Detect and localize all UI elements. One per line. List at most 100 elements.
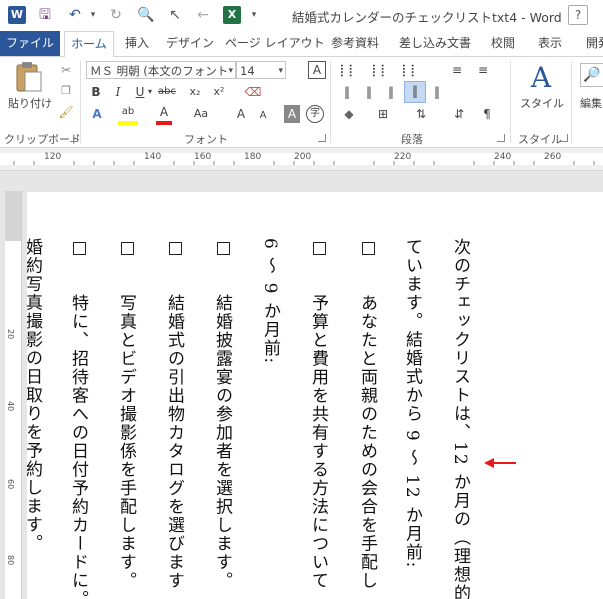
align-center-icon[interactable]: ‖ [360, 83, 378, 101]
group-divider [510, 61, 511, 143]
tab-references[interactable]: 参考資料 [326, 31, 384, 56]
customize-qat-icon[interactable]: ▾ [245, 6, 263, 24]
checkbox[interactable] [169, 242, 182, 255]
help-button[interactable]: ? [568, 5, 588, 25]
text-effects-icon[interactable]: A [88, 105, 106, 123]
format-painter-icon[interactable]: 🖌 [58, 103, 74, 121]
paragraph-mark-icon[interactable]: ¶ [478, 105, 496, 123]
character-border-icon[interactable]: A [308, 61, 326, 79]
italic-button[interactable]: I [110, 83, 126, 101]
font-color-icon[interactable]: A [156, 103, 172, 125]
change-case-button[interactable]: Aa [190, 105, 212, 123]
editing-button[interactable]: 編集 [580, 95, 603, 113]
text-direction-icon[interactable]: ⇅ [410, 105, 432, 123]
text-line: あなたと両親のための会合を手配し [357, 294, 377, 590]
font-size-combo[interactable]: 14 ▾ [236, 61, 286, 79]
styles-icon[interactable]: A [526, 61, 556, 95]
tab-mailings[interactable]: 差し込み文書 [396, 31, 474, 56]
ruler-label: 160 [194, 152, 212, 162]
group-divider [330, 61, 331, 143]
bold-button[interactable]: B [88, 83, 104, 101]
checkbox[interactable] [362, 242, 375, 255]
tab-home[interactable]: ホーム [64, 31, 114, 58]
enclose-characters-icon[interactable]: 字 [306, 105, 324, 123]
vertical-ruler-margin [5, 191, 21, 241]
text-line: 特に、招待客への日付予約カードに。 [68, 294, 88, 599]
back-icon[interactable]: ← [194, 6, 212, 24]
tab-insert[interactable]: 挿入 [117, 31, 157, 56]
bullets-icon[interactable]: ⡇⡇ [338, 61, 358, 79]
subscript-button[interactable]: x₂ [186, 83, 204, 101]
redo-icon[interactable]: ↻ [107, 6, 125, 24]
font-size-value: 14 [240, 64, 255, 78]
word-logo-icon: W [8, 6, 26, 24]
tab-design[interactable]: デザイン [163, 31, 217, 56]
vertical-ruler[interactable]: 20 40 60 80 [5, 191, 22, 599]
superscript-button[interactable]: x² [210, 83, 228, 101]
cut-icon[interactable]: ✂ [58, 61, 74, 79]
copy-icon[interactable]: ❐ [58, 82, 74, 100]
checkbox[interactable] [313, 242, 326, 255]
highlight-color-icon[interactable]: ab [118, 103, 138, 125]
chevron-down-icon[interactable]: ▾ [146, 83, 154, 101]
multilevel-list-icon[interactable]: ⡇⡇ [400, 61, 420, 79]
font-launcher-icon[interactable] [318, 134, 326, 142]
undo-icon[interactable]: ↶ [66, 6, 84, 24]
align-bottom-icon[interactable]: ‖ [382, 83, 400, 101]
save-icon[interactable]: 🖫 [36, 6, 54, 24]
undo-dropdown-icon[interactable]: ▾ [84, 6, 102, 24]
checkbox[interactable] [121, 242, 134, 255]
tab-review[interactable]: 校閲 [483, 31, 523, 56]
distributed-icon[interactable]: ‖ [428, 83, 446, 101]
binoculars-icon[interactable]: 🔎 [580, 63, 603, 87]
tab-file[interactable]: ファイル [0, 31, 60, 56]
increase-indent-icon[interactable]: ≡ [474, 61, 492, 79]
paragraph-launcher-icon[interactable] [497, 134, 505, 142]
numbering-icon[interactable]: ⡇⡇ [370, 61, 390, 79]
checkbox[interactable] [217, 242, 230, 255]
strikethrough-button[interactable]: abc [156, 83, 178, 101]
select-pointer-icon[interactable]: ↖ [166, 6, 184, 24]
text-line: 6 ～ 9 か月前: [260, 238, 280, 365]
ruler-label: 240 [494, 152, 512, 162]
text-line: ています。結婚式から 9 ～ 12 か月前: [402, 238, 422, 569]
text-line: 婚約写真撮影の日取りを予約します。 [27, 238, 42, 553]
tab-developer[interactable]: 開発 [578, 31, 603, 56]
excel-icon[interactable]: X [223, 6, 241, 24]
text-line: 結婚式の引出物カタログを選びます [164, 294, 184, 590]
tab-view[interactable]: 表示 [530, 31, 570, 56]
group-divider [80, 61, 81, 143]
document-page[interactable]: 次のチェックリストは、12 か月の（理想的 ています。結婚式から 9 ～ 12 … [27, 192, 603, 599]
chevron-down-icon: ▾ [228, 66, 233, 76]
font-name-value: ＭＳ 明朝 (本文のフォント [90, 64, 229, 78]
font-name-combo[interactable]: ＭＳ 明朝 (本文のフォント ▾ [86, 61, 236, 79]
ruler-label: 60 [6, 479, 15, 490]
window-title: 結婚式カレンダーのチェックリストtxt4 - Word [292, 10, 562, 25]
styles-launcher-icon[interactable] [560, 134, 568, 142]
horizontal-ruler[interactable]: 120 140 160 180 200 220 240 260 [0, 148, 603, 171]
styles-button[interactable]: スタイル [518, 95, 566, 113]
tab-page-layout[interactable]: ページ レイアウト [225, 31, 325, 56]
clipboard-launcher-icon[interactable] [70, 134, 78, 142]
checkbox[interactable] [73, 242, 86, 255]
ruler-label: 260 [544, 152, 562, 162]
sort-icon[interactable]: ⇵ [448, 105, 470, 123]
clear-formatting-icon[interactable]: ⌫ [244, 83, 262, 101]
paragraph-group-label: 段落 [401, 133, 423, 146]
decrease-indent-icon[interactable]: ≡ [448, 61, 466, 79]
ruler-label: 220 [394, 152, 412, 162]
grow-font-button[interactable]: A [234, 105, 248, 123]
paste-icon[interactable] [12, 61, 46, 95]
paste-button[interactable]: 貼り付け [6, 95, 54, 113]
justify-icon[interactable]: ‖ [404, 81, 426, 103]
character-shading-icon[interactable]: A [284, 105, 300, 123]
document-area: 20 40 60 80 次のチェックリストは、12 か月の（理想的 ています。結… [0, 171, 603, 599]
shrink-font-button[interactable]: A [256, 107, 270, 125]
borders-icon[interactable]: ⊞ [372, 105, 394, 123]
shading-icon[interactable]: ◆ [338, 105, 360, 123]
ribbon-tab-bar: ファイル ホーム 挿入 デザイン ページ レイアウト 参考資料 差し込み文書 校… [0, 31, 603, 58]
print-preview-icon[interactable]: 🔍 [137, 6, 155, 24]
ruler-label: 80 [6, 555, 15, 566]
text-line: 次のチェックリストは、12 か月の（理想的 [450, 238, 470, 599]
align-top-icon[interactable]: ‖ [338, 83, 356, 101]
